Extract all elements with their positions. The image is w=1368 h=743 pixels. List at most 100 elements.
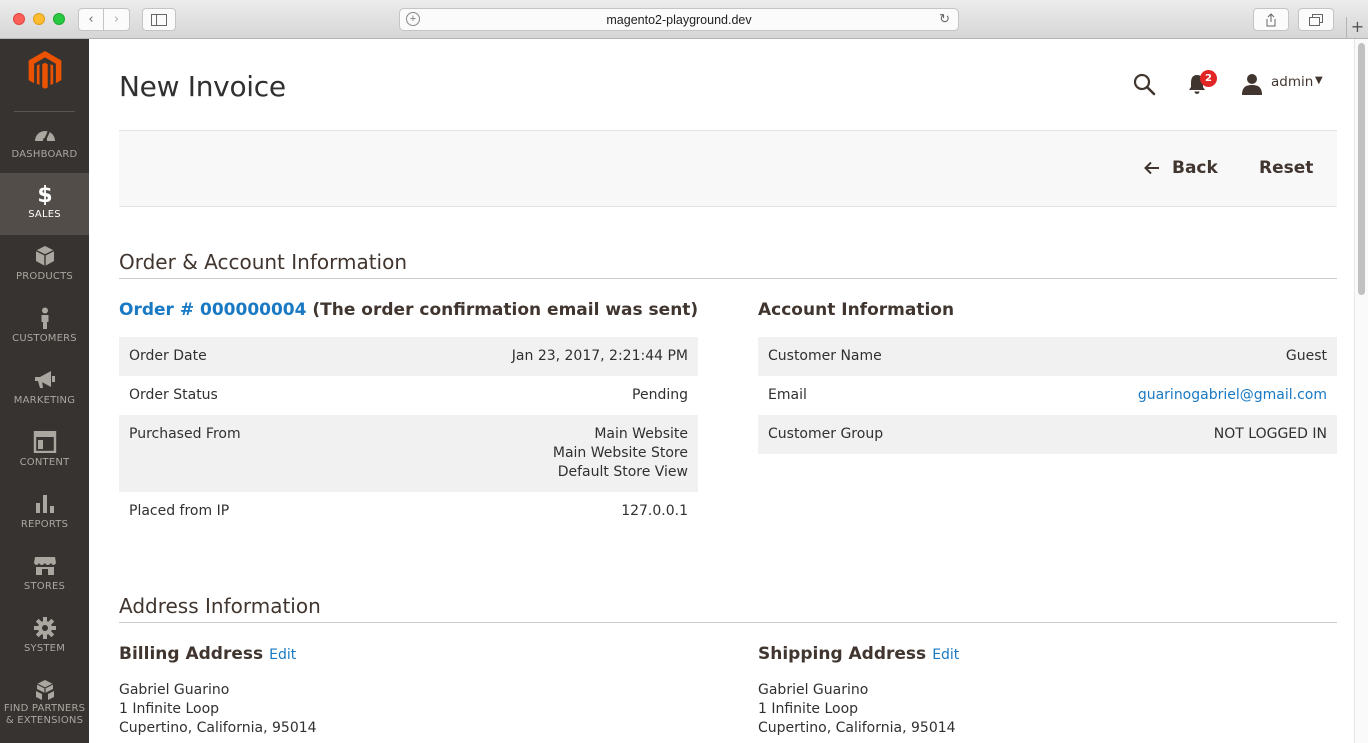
website-name: Main Website [594,426,688,442]
dollar-icon: $ [37,183,52,205]
sidebar-label: MARKETING [13,395,76,406]
boxes-icon [35,680,54,700]
user-icon[interactable] [1241,73,1263,95]
billing-name: Gabriel Guarino [119,682,230,698]
address-bar[interactable]: + magento2-playground.dev ↻ [399,8,959,31]
order-email-note: (The order confirmation email was sent) [312,300,699,320]
browser-toolbar: ‹ › + magento2-playground.dev ↻ + [0,0,1368,39]
order-account-section-title: Order & Account Information [119,250,1337,279]
row-label: Order Date [119,337,352,376]
shipping-name: Gabriel Guarino [758,682,869,698]
sidebar-label: & EXTENSIONS [5,715,84,726]
order-date-value: Jan 23, 2017, 2:21:44 PM [351,337,698,376]
row-label: Order Status [129,387,218,403]
vertical-scrollbar[interactable] [1354,39,1368,743]
billing-address-block: Gabriel Guarino 1 Infinite Loop Cupertin… [119,681,317,738]
table-row: Email guarinogabriel@gmail.com [758,376,1337,415]
customer-email-link[interactable]: guarinogabriel@gmail.com [1138,387,1327,403]
chevron-right-icon: › [113,12,120,27]
zoom-window-button[interactable] [53,13,65,25]
billing-edit-link[interactable]: Edit [269,647,296,663]
back-button[interactable]: Back [1144,158,1218,178]
megaphone-icon [34,371,55,388]
search-icon[interactable] [1132,72,1156,96]
sidebar-label: STORES [23,581,66,592]
shipping-address-title: Shipping Address [758,644,927,664]
storefront-icon [33,557,56,575]
sidebar-item-sales[interactable]: $ SALES [0,173,89,235]
table-row: Order Status Pending [119,376,698,415]
store-view-name: Default Store View [557,464,688,480]
billing-city: Cupertino, California, 95014 [119,720,317,736]
shipping-city: Cupertino, California, 95014 [758,720,956,736]
sidebar-label: PRODUCTS [16,271,73,282]
share-button[interactable] [1253,8,1289,31]
sidebar-item-find-partners[interactable]: FIND PARTNERS & EXTENSIONS [0,671,89,743]
order-number-link[interactable]: Order # 000000004 [119,300,306,320]
admin-user-menu[interactable]: admin [1271,74,1313,90]
url-text: magento2-playground.dev [606,12,752,27]
magento-logo-icon[interactable] [25,51,65,91]
reset-button[interactable]: Reset [1259,158,1313,178]
purchased-from-value: Main Website Main Website Store Default … [351,415,698,492]
share-icon [1266,12,1276,26]
sidebar-label: DASHBOARD [11,149,78,160]
row-label: Email [768,387,807,403]
person-icon [41,307,48,329]
sidebar-item-reports[interactable]: REPORTS [0,483,89,545]
browser-forward-button[interactable]: › [104,8,130,31]
shipping-edit-link[interactable]: Edit [932,647,959,663]
sidebar-item-stores[interactable]: STORES [0,545,89,607]
table-row: Customer Group NOT LOGGED IN [758,415,1337,454]
store-name: Main Website Store [552,445,688,461]
layout-icon [33,431,56,453]
sidebar-label: CONTENT [19,457,70,468]
chevron-left-icon: ‹ [88,12,94,27]
billing-street: 1 Infinite Loop [119,701,220,717]
sidebar-item-system[interactable]: SYSTEM [0,607,89,669]
main-content: New Invoice 2 admin ▼ Back Reset Order &… [89,39,1354,743]
sidebar-label: SALES [28,209,61,220]
shipping-address-block: Gabriel Guarino 1 Infinite Loop Cupertin… [758,681,956,738]
arrow-left-icon [1144,161,1159,175]
billing-address-heading: Billing Address Edit [119,644,296,664]
order-heading: Order # 000000004 (The order confirmatio… [119,300,698,320]
box-icon [35,246,54,266]
reload-icon[interactable]: ↻ [939,11,950,27]
minimize-window-button[interactable] [33,13,45,25]
table-row: Placed from IP 127.0.0.1 [119,492,698,531]
admin-sidebar: DASHBOARD $ SALES PRODUCTS CUSTOMERS MAR… [0,39,89,743]
table-row: Customer Name Guest [758,337,1337,376]
sidebar-item-marketing[interactable]: MARKETING [0,359,89,421]
placed-ip-value: 127.0.0.1 [621,503,688,519]
close-window-button[interactable] [13,13,25,25]
address-section-title: Address Information [119,594,1337,623]
table-row: Order Date Jan 23, 2017, 2:21:44 PM [119,337,698,376]
notifications-badge[interactable]: 2 [1200,70,1217,87]
row-label: Placed from IP [129,503,230,519]
add-tab-icon[interactable]: + [406,12,420,26]
customer-name-value: Guest [985,337,1337,376]
new-tab-button[interactable]: + [1346,17,1368,39]
show-tabs-button[interactable] [1298,8,1334,31]
page-actions-bar: Back Reset [119,130,1337,207]
account-info-table: Customer Name Guest Email guarinogabriel… [758,337,1337,454]
bar-chart-icon [35,495,54,513]
scrollbar-thumb[interactable] [1358,43,1365,295]
sidebar-label: REPORTS [20,519,69,530]
row-label: Customer Group [758,415,986,454]
sidebar-label: FIND PARTNERS [3,703,86,714]
sidebar-item-content[interactable]: CONTENT [0,421,89,483]
sidebar-item-customers[interactable]: CUSTOMERS [0,297,89,359]
caret-down-icon[interactable]: ▼ [1315,75,1323,86]
sidebar-item-dashboard[interactable]: DASHBOARD [0,113,89,175]
sidebar-icon [151,13,167,26]
account-info-heading: Account Information [758,300,955,320]
shipping-address-heading: Shipping Address Edit [758,644,959,664]
sidebar-item-products[interactable]: PRODUCTS [0,235,89,297]
back-label: Back [1172,158,1218,178]
email-cell: guarinogabriel@gmail.com [985,376,1337,415]
show-sidebar-button[interactable] [142,8,176,31]
browser-back-button[interactable]: ‹ [78,8,104,31]
billing-address-title: Billing Address [119,644,264,664]
